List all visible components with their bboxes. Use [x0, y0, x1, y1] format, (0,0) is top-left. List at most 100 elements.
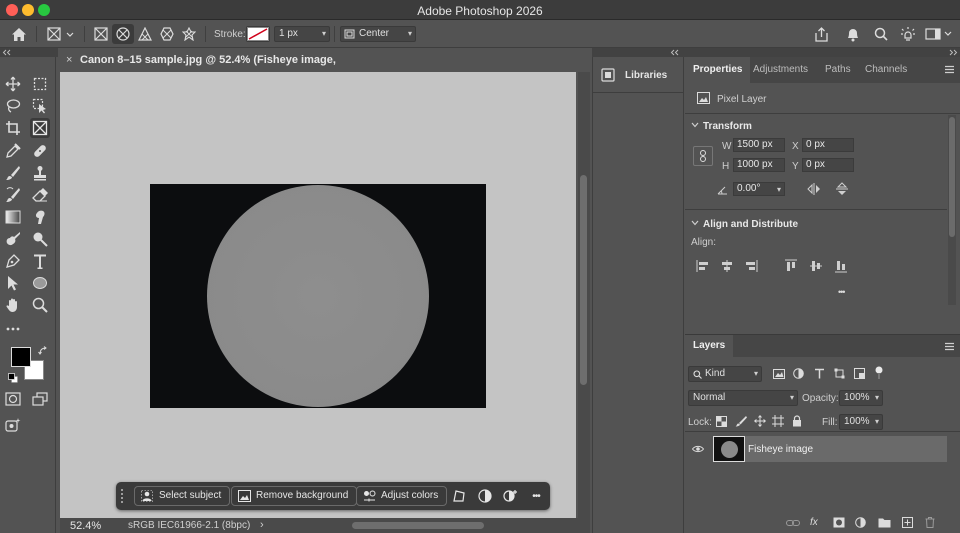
filter-smart-object-icon[interactable]	[854, 368, 865, 379]
brightness-icon[interactable]	[897, 24, 919, 44]
new-group-icon[interactable]	[878, 517, 891, 528]
properties-scroll-thumb[interactable]	[949, 117, 955, 237]
more-align-options-icon[interactable]: •••	[838, 287, 846, 297]
adjust-colors-button[interactable]: Adjust colors	[356, 486, 448, 506]
object-selection-tool-icon[interactable]	[30, 96, 50, 116]
fill-field[interactable]: 100% ▾	[839, 414, 883, 430]
lock-position-icon[interactable]	[754, 415, 766, 427]
dodge-tool-icon[interactable]	[3, 229, 23, 249]
marquee-tool-icon[interactable]	[30, 74, 50, 94]
stroke-width-field[interactable]: 1 px ▾	[274, 26, 330, 42]
layers-menu-icon[interactable]	[945, 342, 954, 351]
quick-mask-icon[interactable]	[3, 389, 23, 409]
move-tool-icon[interactable]	[3, 74, 23, 94]
new-layer-icon[interactable]	[902, 517, 913, 528]
history-brush-tool-icon[interactable]	[3, 185, 23, 205]
height-field[interactable]: 1000 px	[733, 158, 785, 172]
default-colors-icon[interactable]	[8, 373, 18, 386]
triangle-frame-icon[interactable]	[134, 24, 156, 44]
lock-transparent-pixels-icon[interactable]	[716, 416, 727, 427]
y-field[interactable]: 0 px	[802, 158, 854, 172]
blend-mode-select[interactable]: Normal ▾	[688, 390, 798, 406]
layer-row[interactable]: Fisheye image	[713, 436, 947, 462]
elliptical-frame-icon[interactable]	[112, 24, 134, 44]
frame-tool-preset-icon[interactable]	[44, 24, 78, 44]
layer-name[interactable]: Fisheye image	[748, 444, 813, 455]
transform-section-title[interactable]: Transform	[703, 121, 752, 132]
flip-vertical-icon[interactable]	[836, 182, 848, 196]
ellipse-tool-icon[interactable]	[30, 273, 50, 293]
stroke-color-swatch[interactable]	[246, 26, 270, 42]
align-left-edges-icon[interactable]	[696, 260, 710, 272]
custom-frame-icon[interactable]	[178, 24, 200, 44]
stroke-align-select[interactable]: Center ▾	[340, 26, 416, 42]
libraries-header[interactable]: Libraries	[593, 57, 683, 93]
link-dimensions-icon[interactable]	[693, 146, 713, 166]
pen-tool-icon[interactable]	[3, 251, 23, 271]
add-mask-icon[interactable]	[833, 517, 845, 528]
brush-tool-icon[interactable]	[3, 163, 23, 183]
new-adjustment-icon[interactable]	[501, 486, 521, 506]
align-horizontal-centers-icon[interactable]	[720, 260, 734, 272]
filter-adjustment-icon[interactable]	[793, 368, 804, 379]
path-selection-tool-icon[interactable]	[3, 273, 23, 293]
link-layers-icon[interactable]	[786, 518, 800, 528]
add-layer-style-icon[interactable]: fx	[810, 517, 818, 528]
tab-paths[interactable]: Paths	[825, 57, 851, 83]
filter-type-icon[interactable]	[814, 368, 825, 379]
mask-icon[interactable]	[475, 486, 495, 506]
drag-handle-icon[interactable]	[120, 488, 124, 504]
eyedropper-tool-icon[interactable]	[3, 141, 23, 161]
close-document-icon[interactable]: ×	[66, 50, 72, 71]
lock-all-icon[interactable]	[792, 415, 802, 427]
type-tool-icon[interactable]	[30, 251, 50, 271]
zoom-tool-icon[interactable]	[30, 295, 50, 315]
foreground-color-swatch[interactable]	[11, 347, 31, 367]
polygon-frame-icon[interactable]	[156, 24, 178, 44]
opacity-field[interactable]: 100% ▾	[839, 390, 883, 406]
clone-stamp-tool-icon[interactable]	[30, 163, 50, 183]
x-field[interactable]: 0 px	[802, 138, 854, 152]
status-menu-arrow-icon[interactable]: ›	[260, 519, 264, 531]
layer-visibility-eye-icon[interactable]	[692, 445, 704, 453]
tab-adjustments[interactable]: Adjustments	[753, 57, 808, 83]
width-field[interactable]: 1500 px	[733, 138, 785, 152]
search-icon[interactable]	[870, 24, 892, 44]
layer-filter-kind-select[interactable]: Kind ▾	[688, 366, 762, 382]
generative-tool-icon[interactable]	[3, 415, 23, 435]
filter-pixel-icon[interactable]	[773, 369, 785, 379]
eraser-tool-icon[interactable]	[30, 185, 50, 205]
delete-layer-icon[interactable]	[925, 517, 935, 528]
new-fill-adjustment-icon[interactable]	[855, 517, 866, 528]
tab-layers[interactable]: Layers	[685, 335, 734, 357]
panel-menu-icon[interactable]	[945, 65, 954, 74]
rectangular-frame-icon[interactable]	[90, 24, 112, 44]
remove-background-button[interactable]: Remove background	[231, 486, 358, 506]
align-section-title[interactable]: Align and Distribute	[703, 219, 798, 230]
smudge-tool-icon[interactable]	[30, 207, 50, 227]
tab-channels[interactable]: Channels	[865, 57, 907, 83]
align-bottom-edges-icon[interactable]	[835, 259, 847, 273]
lock-image-pixels-icon[interactable]	[735, 415, 747, 427]
align-top-edges-icon[interactable]	[785, 259, 797, 273]
align-vertical-centers-icon[interactable]	[810, 259, 822, 273]
burn-tool-icon[interactable]	[30, 229, 50, 249]
crop-tool-icon[interactable]	[3, 118, 23, 138]
transform-icon[interactable]	[449, 486, 469, 506]
chevron-down-icon[interactable]	[691, 220, 699, 226]
home-icon[interactable]	[8, 24, 30, 44]
angle-field[interactable]: 0.00° ▾	[733, 182, 785, 196]
tab-properties[interactable]: Properties	[685, 57, 751, 83]
document-tab[interactable]: × Canon 8–15 sample.jpg @ 52.4% (Fisheye…	[58, 50, 368, 87]
chevron-down-icon[interactable]	[691, 122, 699, 128]
lock-artboard-icon[interactable]	[772, 415, 784, 427]
properties-scrollbar[interactable]	[948, 115, 956, 305]
lasso-tool-icon[interactable]	[3, 96, 23, 116]
more-options-icon[interactable]: •••	[526, 486, 546, 506]
bell-icon[interactable]	[842, 24, 864, 44]
share-icon[interactable]	[810, 24, 832, 44]
more-tools-icon[interactable]	[3, 319, 23, 339]
panels-collapse-strip[interactable]	[592, 48, 960, 57]
filter-shape-icon[interactable]	[834, 368, 845, 379]
healing-brush-tool-icon[interactable]	[30, 141, 50, 161]
